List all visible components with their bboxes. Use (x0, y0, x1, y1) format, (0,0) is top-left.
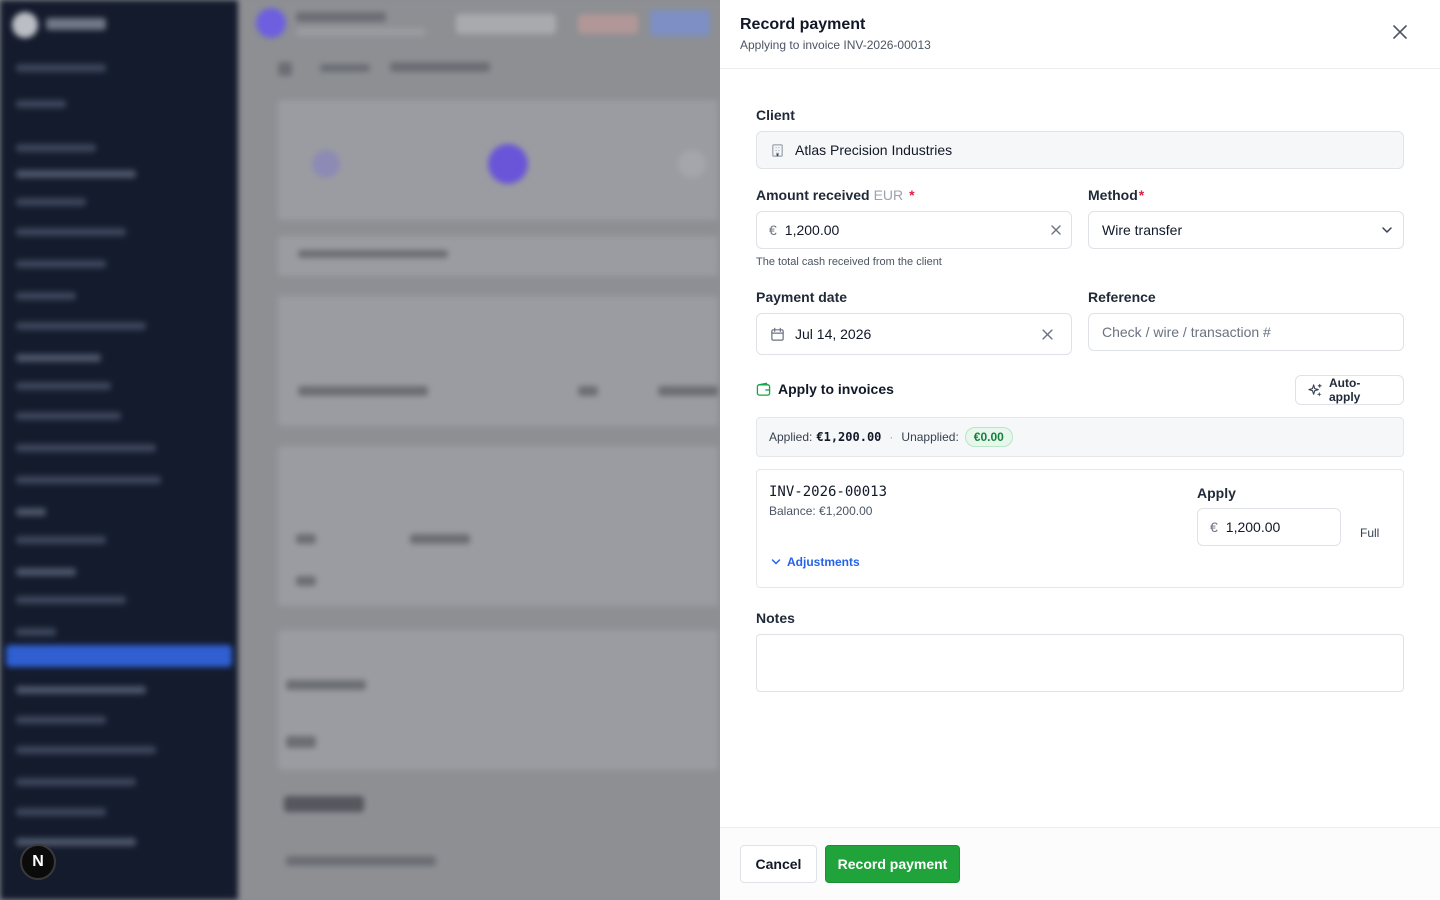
amount-label: Amount received EUR * (756, 186, 915, 204)
amount-value[interactable]: 1,200.00 (785, 222, 1051, 238)
wallet-icon (756, 382, 771, 397)
background-logo-text (46, 18, 106, 30)
adjustments-label: Adjustments (787, 555, 860, 569)
amount-label-text: Amount received (756, 187, 870, 203)
drawer-subtitle: Applying to invoice INV-2026-00013 (740, 38, 931, 52)
amount-input[interactable]: € 1,200.00 (756, 211, 1072, 249)
sparkles-icon (1308, 383, 1323, 398)
apply-to-invoices-title: Apply to invoices (756, 381, 894, 397)
reference-placeholder: Check / wire / transaction # (1102, 324, 1271, 340)
apply-amount-value[interactable]: 1,200.00 (1226, 519, 1340, 535)
method-required-mark: * (1138, 187, 1145, 203)
background-logo (12, 12, 38, 38)
amount-currency: EUR (873, 187, 904, 203)
close-button[interactable] (1390, 22, 1410, 42)
apply-amount-prefix: € (1210, 519, 1218, 535)
drawer-body: Client Atlas Precision Industries Amount… (720, 69, 1440, 827)
client-label: Client (756, 107, 795, 123)
reference-label: Reference (1088, 289, 1156, 305)
method-label: Method* (1088, 186, 1144, 204)
notes-textarea[interactable] (756, 634, 1404, 692)
invoice-number: INV-2026-00013 (769, 484, 888, 500)
apply-amount-input[interactable]: € 1,200.00 (1197, 508, 1341, 546)
client-field: Atlas Precision Industries (756, 131, 1404, 169)
reference-input[interactable]: Check / wire / transaction # (1088, 313, 1404, 351)
applied-label: Applied: (769, 430, 813, 444)
payment-date-value: Jul 14, 2026 (795, 326, 872, 342)
amount-hint: The total cash received from the client (756, 256, 942, 268)
nextjs-dev-badge[interactable]: N (20, 844, 56, 880)
background-sidebar (0, 0, 238, 900)
apply-full-button[interactable]: Full (1360, 526, 1379, 540)
cancel-button[interactable]: Cancel (740, 845, 817, 883)
background-active-item (6, 645, 232, 667)
date-clear-button[interactable] (1042, 328, 1053, 340)
apply-amount-label: Apply (1197, 485, 1236, 501)
record-payment-button[interactable]: Record payment (825, 845, 960, 883)
close-icon (1393, 25, 1407, 39)
chevron-down-icon (1381, 224, 1393, 236)
method-select[interactable]: Wire transfer (1088, 211, 1404, 249)
summary-separator: · (889, 430, 894, 444)
unapplied-badge: €0.00 (964, 427, 1013, 447)
calendar-icon (770, 327, 785, 342)
chevron-down-icon (771, 559, 781, 565)
unapplied-label: Unapplied: (901, 430, 959, 444)
drawer-footer: Cancel Record payment (720, 827, 1440, 900)
record-payment-drawer: Record payment Applying to invoice INV-2… (720, 0, 1440, 900)
apply-title-text: Apply to invoices (778, 381, 894, 397)
payment-date-input[interactable]: Jul 14, 2026 (756, 313, 1072, 355)
clear-icon (1051, 225, 1061, 235)
method-label-text: Method (1088, 187, 1138, 203)
building-icon (770, 143, 785, 158)
auto-apply-label: Auto-apply (1329, 376, 1361, 404)
invoice-balance: Balance: €1,200.00 (769, 504, 873, 518)
clear-icon (1042, 328, 1053, 340)
invoice-row: INV-2026-00013 Balance: €1,200.00 Apply … (756, 469, 1404, 588)
applied-value: €1,200.00 (816, 430, 882, 444)
adjustments-toggle[interactable]: Adjustments (771, 555, 860, 569)
auto-apply-button[interactable]: Auto-apply (1295, 375, 1404, 405)
payment-date-label: Payment date (756, 289, 848, 305)
client-value: Atlas Precision Industries (795, 142, 953, 158)
amount-required-mark: * (909, 187, 915, 203)
amount-clear-button[interactable] (1051, 225, 1061, 235)
amount-prefix: € (769, 222, 777, 238)
drawer-header: Record payment Applying to invoice INV-2… (720, 0, 1440, 69)
drawer-title: Record payment (740, 16, 866, 33)
notes-label: Notes (756, 610, 795, 626)
apply-summary: Applied: €1,200.00 · Unapplied: €0.00 (756, 417, 1404, 457)
method-value: Wire transfer (1102, 222, 1183, 238)
